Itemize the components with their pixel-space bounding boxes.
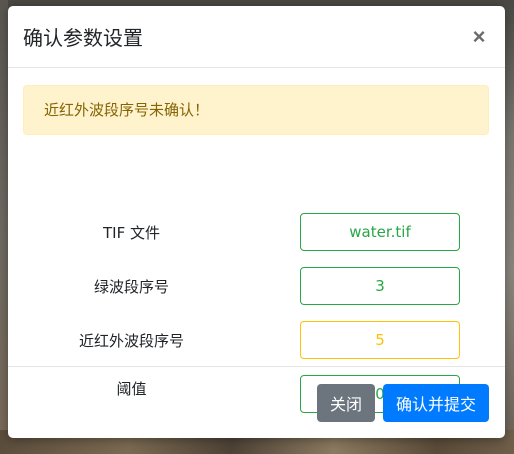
tif-file-label: TIF 文件 bbox=[103, 224, 160, 242]
nir-band-input[interactable] bbox=[300, 321, 460, 359]
green-band-input[interactable] bbox=[300, 267, 460, 305]
nir-band-label: 近红外波段序号 bbox=[78, 332, 184, 350]
form-row-tif-file: TIF 文件 bbox=[8, 213, 505, 251]
background-image-right bbox=[504, 0, 514, 454]
confirm-settings-modal: 确认参数设置 × 近红外波段序号未确认！ TIF 文件 绿波段序号 近红外波段序… bbox=[8, 6, 505, 438]
background-image-left bbox=[0, 0, 8, 454]
modal-header: 确认参数设置 × bbox=[8, 6, 505, 68]
modal-footer: 关闭 确认并提交 bbox=[8, 366, 505, 438]
close-icon[interactable]: × bbox=[469, 23, 489, 51]
close-button[interactable]: 关闭 bbox=[317, 384, 375, 422]
modal-body: 近红外波段序号未确认！ TIF 文件 绿波段序号 近红外波段序号 阈值 bbox=[8, 68, 505, 413]
form-row-nir-band: 近红外波段序号 bbox=[8, 321, 505, 359]
confirm-submit-button[interactable]: 确认并提交 bbox=[383, 384, 489, 422]
tif-file-input[interactable] bbox=[300, 213, 460, 251]
warning-alert: 近红外波段序号未确认！ bbox=[23, 85, 489, 135]
form-row-green-band: 绿波段序号 bbox=[8, 267, 505, 305]
green-band-label: 绿波段序号 bbox=[93, 278, 169, 296]
modal-title: 确认参数设置 bbox=[23, 26, 143, 50]
